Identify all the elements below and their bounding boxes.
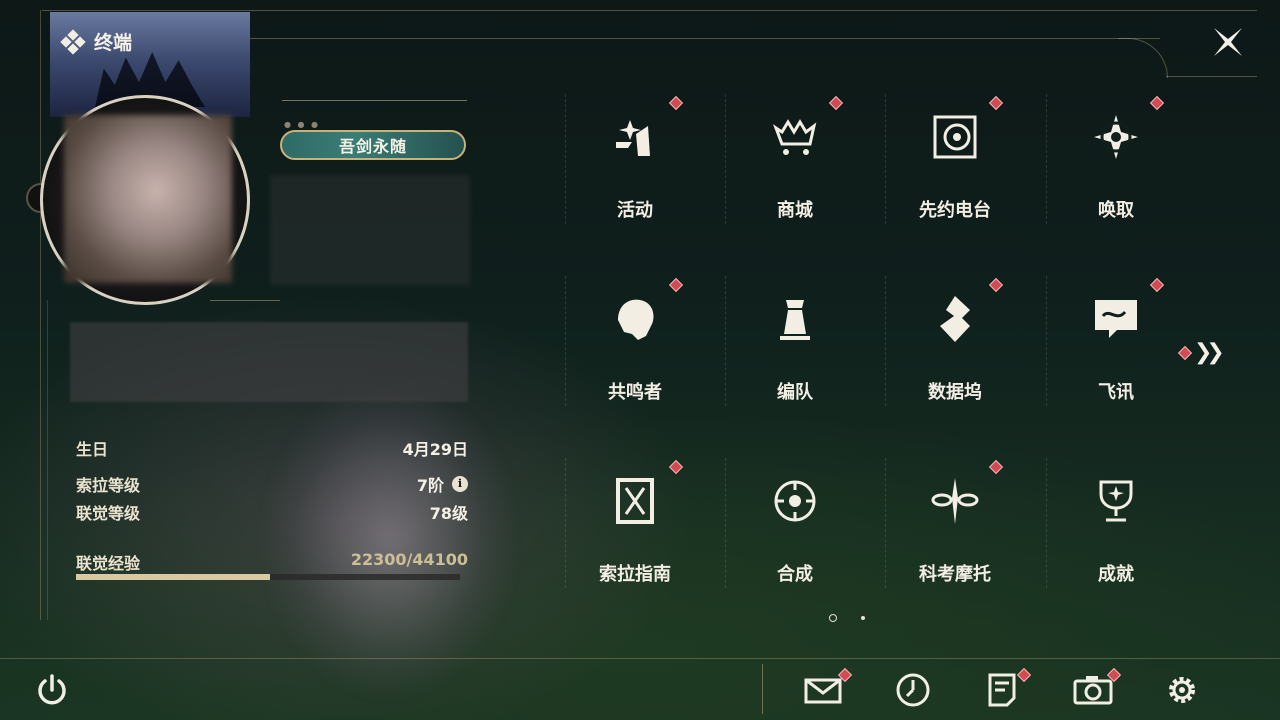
grid-item-resonator-head[interactable]: 共鸣者 xyxy=(565,276,685,416)
grid-item-label: 数据坞 xyxy=(928,382,982,403)
notification-badge xyxy=(988,459,1004,475)
avatar-photo xyxy=(64,115,232,283)
player-name-blurred xyxy=(270,175,470,285)
grid-item-trophy[interactable]: 成就 xyxy=(1046,458,1166,598)
settings-gear-icon[interactable] xyxy=(1162,670,1202,710)
grid-item-label: 成就 xyxy=(1098,564,1134,585)
divider xyxy=(210,300,280,301)
grid-item-label: 飞讯 xyxy=(1098,382,1134,403)
frame-line xyxy=(1166,76,1257,77)
motorcycle-icon xyxy=(930,476,980,526)
grid-item-label: 科考摩托 xyxy=(919,564,991,585)
close-icon[interactable] xyxy=(1208,22,1248,62)
divider xyxy=(282,100,467,101)
badge-dots: ● ● ● xyxy=(284,120,321,129)
chat-bubble-icon xyxy=(1091,294,1141,344)
camera-icon[interactable] xyxy=(1073,667,1122,710)
resonator-head-icon xyxy=(610,294,660,344)
grid-item-events[interactable]: 活动 xyxy=(565,94,685,234)
sola-level-text: 7阶 xyxy=(416,476,444,495)
team-chess-icon xyxy=(770,294,820,344)
page-indicator[interactable] xyxy=(861,616,865,620)
info-icon[interactable]: i xyxy=(452,476,468,492)
notification-badge xyxy=(668,277,684,293)
terminal-diamond-icon xyxy=(60,28,86,55)
bottom-divider xyxy=(762,664,763,714)
page-title: 终端 xyxy=(94,32,133,54)
notification-badge xyxy=(668,95,684,111)
birthday-row: 生日 4月29日 xyxy=(76,436,468,460)
data-bank-icon xyxy=(930,294,980,344)
trophy-icon xyxy=(1091,476,1141,526)
clock-icon[interactable] xyxy=(893,670,933,710)
double-chevron-right-icon: ❯❯ xyxy=(1194,340,1225,365)
notification-badge xyxy=(988,277,1004,293)
grid-item-label: 共鸣者 xyxy=(608,382,662,403)
radio-icon xyxy=(930,112,980,162)
synthesis-icon xyxy=(770,476,820,526)
guidebook-icon xyxy=(610,476,660,526)
notification-badge xyxy=(1149,95,1165,111)
grid-item-label: 合成 xyxy=(777,564,813,585)
grid-item-team-chess[interactable]: 编队 xyxy=(725,276,845,416)
grid-item-synthesis[interactable]: 合成 xyxy=(725,458,845,598)
frame-corner xyxy=(1118,38,1168,78)
notification-badge xyxy=(1177,345,1193,360)
grid-item-guidebook[interactable]: 索拉指南 xyxy=(565,458,685,598)
notification-badge xyxy=(828,95,844,111)
grid-item-shop-cart[interactable]: 商城 xyxy=(725,94,845,234)
next-page-button[interactable]: ❯❯ xyxy=(1177,340,1225,365)
title-badge-text: 吾剑永随 xyxy=(338,137,407,156)
grid-item-label: 商城 xyxy=(777,200,813,221)
frame-line xyxy=(47,300,48,620)
union-level-label: 联觉等级 xyxy=(76,504,141,523)
sola-level-value: 7阶 i xyxy=(417,472,468,496)
sola-level-row: 索拉等级 7阶 i xyxy=(76,472,468,496)
shop-cart-icon xyxy=(770,112,820,162)
grid-item-label: 索拉指南 xyxy=(599,564,671,585)
grid-item-label: 编队 xyxy=(777,382,813,403)
mail-icon[interactable] xyxy=(804,667,853,710)
frame-line xyxy=(42,10,1257,11)
union-exp-value: 22300/44100 xyxy=(350,550,468,569)
grid-item-data-bank[interactable]: 数据坞 xyxy=(885,276,1005,416)
grid-item-label: 活动 xyxy=(617,200,653,221)
title-badge[interactable]: 吾剑永随 xyxy=(280,130,466,160)
sola-level-label: 索拉等级 xyxy=(76,476,141,495)
notification-badge xyxy=(668,459,684,475)
notes-icon[interactable] xyxy=(983,667,1032,710)
events-icon xyxy=(610,112,660,162)
grid-item-label: 先约电台 xyxy=(919,200,991,221)
page-indicator-active[interactable] xyxy=(829,614,837,622)
avatar[interactable] xyxy=(26,95,250,305)
union-exp-bar xyxy=(76,574,460,580)
grid-item-chat-bubble[interactable]: 飞讯 xyxy=(1046,276,1166,416)
convene-compass-icon xyxy=(1091,112,1141,162)
power-icon[interactable] xyxy=(32,670,72,710)
grid-item-convene-compass[interactable]: 唤取 xyxy=(1046,94,1166,234)
grid-item-label: 唤取 xyxy=(1098,200,1134,221)
birthday-value: 4月29日 xyxy=(402,440,468,459)
union-exp-row: 联觉经验 22300/44100 xyxy=(76,550,468,574)
grid-item-motorcycle[interactable]: 科考摩托 xyxy=(885,458,1005,598)
union-level-value: 78级 xyxy=(429,504,468,523)
signature-blurred[interactable] xyxy=(70,322,468,402)
union-exp-bar-fill xyxy=(76,574,271,580)
player-stats: 生日 4月29日 索拉等级 7阶 i 联觉等级 78级 xyxy=(76,436,468,524)
page-header: 终端 xyxy=(60,28,133,55)
frame-line xyxy=(250,38,1160,39)
notification-badge xyxy=(988,95,1004,111)
frame-line xyxy=(0,658,1280,659)
notification-badge xyxy=(1149,277,1165,293)
union-exp-label: 联觉经验 xyxy=(76,554,141,573)
grid-item-radio[interactable]: 先约电台 xyxy=(885,94,1005,234)
union-level-row: 联觉等级 78级 xyxy=(76,500,468,524)
birthday-label: 生日 xyxy=(76,440,109,459)
